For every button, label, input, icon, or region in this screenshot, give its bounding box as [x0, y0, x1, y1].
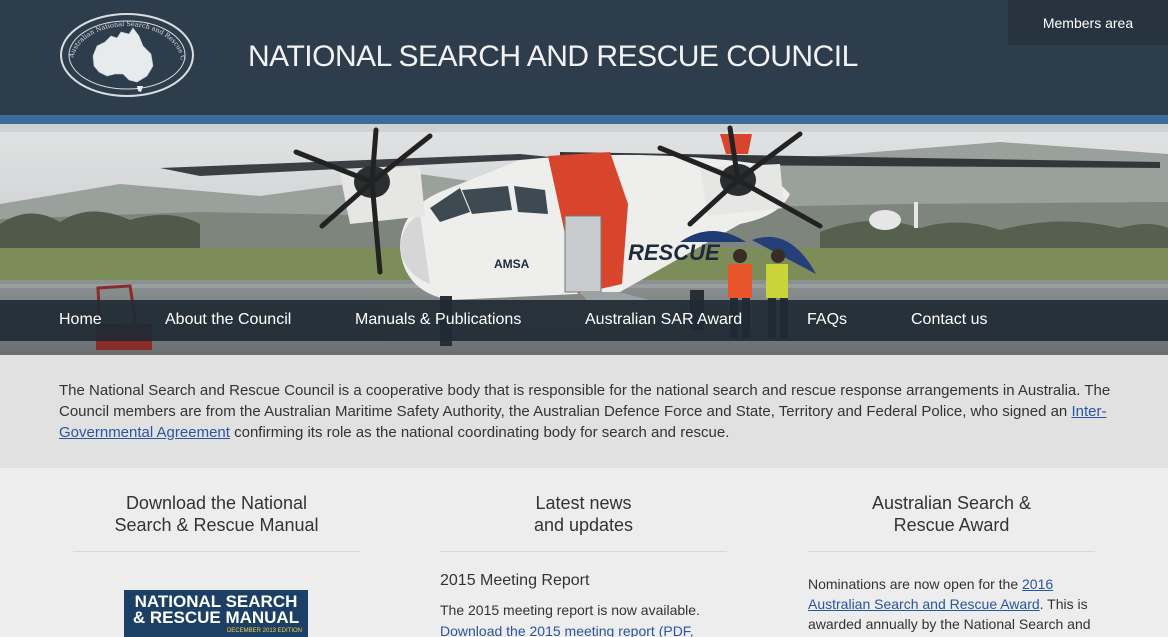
- manual-divider: [73, 551, 360, 552]
- nav-contact-us[interactable]: Contact us: [911, 311, 987, 329]
- site-title: NATIONAL SEARCH AND RESCUE COUNCIL: [248, 40, 858, 73]
- intro-paragraph: The National Search and Rescue Council i…: [59, 380, 1119, 443]
- nav-faqs[interactable]: FAQs: [807, 311, 847, 329]
- members-area-button[interactable]: Members area: [1008, 0, 1168, 45]
- download-meeting-report-link[interactable]: Download the 2015 meeting report (PDF,: [440, 621, 730, 637]
- intro-text-start: The National Search and Rescue Council i…: [59, 382, 1111, 420]
- manual-cover-edition: DECEMBER 2013 EDITION: [226, 628, 302, 634]
- award-text-start: Nominations are now open for the: [808, 576, 1023, 592]
- plane-amsa-label: AMSA: [494, 257, 530, 271]
- manual-cover-image[interactable]: NATIONAL SEARCH & RESCUE MANUAL DECEMBER…: [124, 590, 308, 637]
- main-navigation: Home About the Council Manuals & Publica…: [0, 300, 1168, 341]
- site-header: Australian National Search and Rescue Co…: [0, 0, 1168, 115]
- award-heading: Australian Search & Rescue Award: [871, 493, 1032, 535]
- manual-heading: Download the National Search & Rescue Ma…: [114, 493, 319, 535]
- plane-rescue-label: RESCUE: [628, 240, 721, 265]
- nav-australian-sar-award[interactable]: Australian SAR Award: [585, 311, 742, 329]
- news-item-body: The 2015 meeting report is now available…: [440, 600, 730, 637]
- intro-text-end: confirming its role as the national coor…: [229, 424, 730, 441]
- header-accent-stripe: [0, 115, 1168, 124]
- award-column: Australian Search & Rescue Award: [808, 492, 1095, 552]
- award-divider: [808, 551, 1095, 552]
- news-divider: [440, 551, 727, 552]
- news-column: Latest news and updates: [440, 492, 727, 552]
- news-item-title: 2015 Meeting Report: [440, 572, 590, 589]
- nav-about-the-council[interactable]: About the Council: [165, 311, 291, 329]
- council-logo[interactable]: Australian National Search and Rescue Co…: [57, 6, 195, 99]
- australia-map-icon: [92, 27, 154, 83]
- nav-home[interactable]: Home: [59, 311, 102, 329]
- news-heading: Latest news and updates: [533, 493, 634, 535]
- intro-section: The National Search and Rescue Council i…: [0, 355, 1168, 468]
- nav-manuals-publications[interactable]: Manuals & Publications: [355, 311, 521, 329]
- news-item-text: The 2015 meeting report is now available…: [440, 602, 700, 618]
- manual-column: Download the National Search & Rescue Ma…: [73, 492, 360, 552]
- manual-cover-line2: & RESCUE MANUAL: [132, 608, 300, 627]
- award-text: Nominations are now open for the 2016 Au…: [808, 574, 1100, 634]
